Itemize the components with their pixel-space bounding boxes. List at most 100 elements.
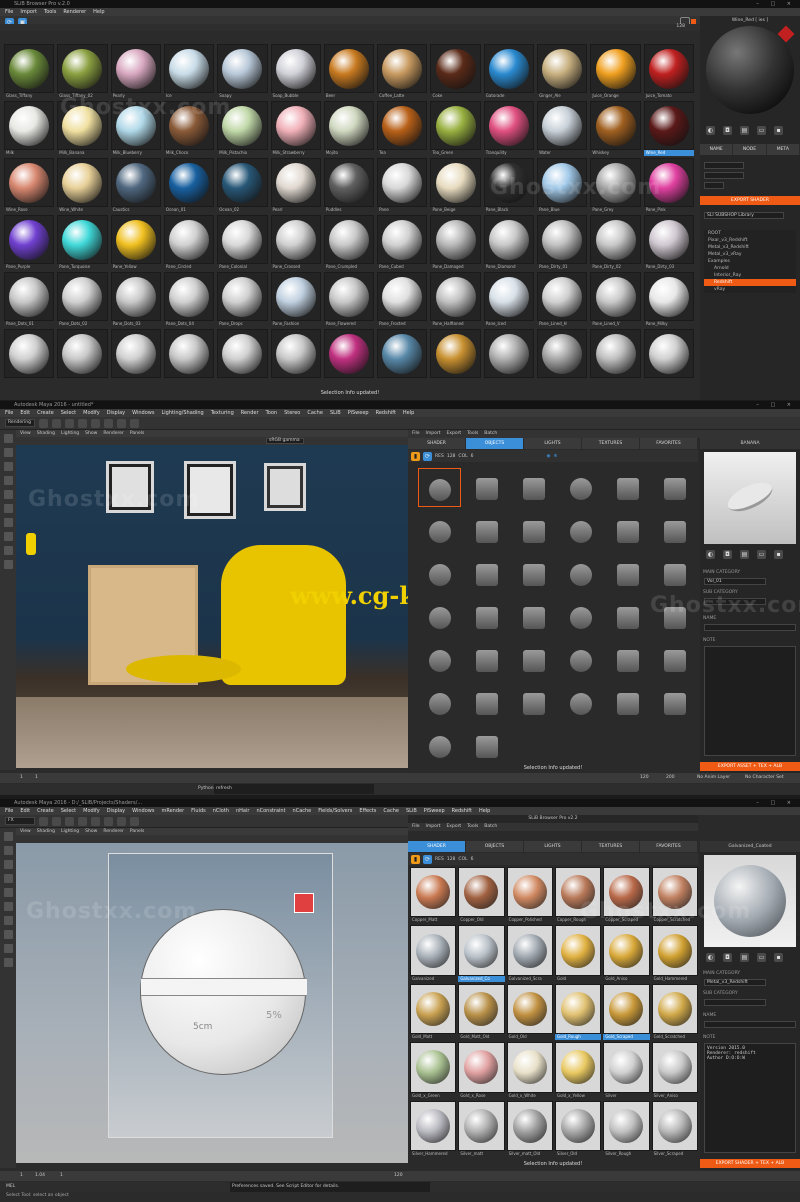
menu-item[interactable]: Import	[426, 430, 441, 438]
tool-icon[interactable]	[39, 816, 48, 826]
character-set[interactable]: No Character Set	[745, 773, 784, 783]
tool-icon[interactable]	[130, 418, 139, 428]
shader-thumbnail[interactable]: Gold_Aniso	[603, 925, 650, 981]
shader-thumbnail[interactable]: Gold_Hammered	[651, 925, 698, 981]
anim-layer[interactable]: No Anim Layer	[697, 773, 730, 783]
tool-icon[interactable]	[91, 816, 100, 826]
menu-item[interactable]: nCache	[293, 807, 312, 815]
menu-item[interactable]: Lighting	[61, 430, 79, 437]
shader-thumbnail[interactable]	[323, 329, 375, 384]
note-field[interactable]	[704, 646, 796, 756]
lock-icon[interactable]: ▮	[411, 451, 420, 461]
python-input[interactable]: refresh	[214, 784, 374, 794]
object-thumbnail[interactable]	[418, 640, 461, 679]
tree-item[interactable]: ROOT	[704, 230, 796, 237]
shader-thumbnail[interactable]	[377, 329, 428, 384]
shader-thumbnail[interactable]: Coke	[430, 44, 481, 99]
tab-textures[interactable]: TEXTURES	[582, 841, 640, 852]
layout-icon[interactable]	[3, 930, 13, 939]
shader-thumbnail[interactable]: Whiskey	[590, 101, 641, 156]
menu-item[interactable]: File	[412, 430, 420, 438]
main-category-select[interactable]: Vol_01	[704, 578, 766, 585]
folder-icon[interactable]: ▭	[757, 126, 766, 135]
object-thumbnail[interactable]	[465, 468, 508, 507]
option-field-2[interactable]	[704, 172, 744, 179]
shader-thumbnail[interactable]: Gold_x_Rose	[458, 1042, 505, 1098]
shader-thumbnail[interactable]: Copper_Matt	[410, 867, 457, 923]
menu-item[interactable]: Edit	[20, 409, 30, 417]
shader-thumbnail[interactable]: Ice	[163, 44, 215, 99]
tool-icon[interactable]	[39, 418, 48, 428]
mode-select[interactable]: FX	[5, 817, 35, 825]
shader-thumbnail[interactable]: Gold_Matt	[410, 983, 457, 1040]
menu-item[interactable]: Shading	[37, 828, 55, 835]
object-thumbnail[interactable]	[606, 554, 649, 593]
menu-item[interactable]: Renderer	[103, 430, 124, 437]
shader-thumbnail[interactable]: Pearly	[110, 44, 161, 99]
menu-item[interactable]: Help	[93, 8, 104, 16]
palette-icon[interactable]: ◐	[706, 953, 715, 962]
shader-thumbnail[interactable]: Silver_Old	[554, 1100, 602, 1157]
tab-favorites[interactable]: FAVORITES	[640, 438, 698, 449]
menu-item[interactable]: Shading	[37, 430, 55, 437]
object-thumbnail[interactable]	[606, 683, 649, 722]
object-thumbnail[interactable]	[606, 640, 649, 679]
shader-thumbnail[interactable]	[643, 329, 694, 384]
menu-item[interactable]: Show	[85, 430, 97, 437]
object-thumbnail[interactable]	[653, 511, 696, 550]
lasso-tool-icon[interactable]	[3, 846, 13, 855]
range-slider[interactable]: 1 1 120 200 No Anim Layer No Character S…	[0, 773, 800, 783]
image-icon[interactable]: ▤	[740, 550, 749, 559]
tree-item[interactable]: vRay	[704, 286, 796, 293]
object-thumbnail[interactable]	[465, 726, 508, 758]
object-thumbnail[interactable]	[512, 597, 555, 636]
object-thumbnail[interactable]	[559, 554, 602, 593]
palette-icon[interactable]: ◐	[706, 550, 715, 559]
range-slider[interactable]: 1 1.04 1 120	[0, 1171, 800, 1181]
layout-icon[interactable]	[3, 532, 13, 541]
camera-icon[interactable]: ◘	[723, 126, 732, 135]
menu-item[interactable]: Show	[85, 828, 97, 835]
shader-thumbnail[interactable]: Pane_Fashion	[270, 272, 321, 327]
col-value[interactable]: 6	[471, 857, 474, 862]
object-thumbnail[interactable]	[559, 640, 602, 679]
menu-item[interactable]: Batch	[484, 430, 497, 438]
tool-icon[interactable]	[65, 418, 74, 428]
menu-item[interactable]: PiSweep	[348, 409, 369, 417]
shader-thumbnail[interactable]: Puddles	[323, 158, 375, 213]
menu-item[interactable]: Fluids	[191, 807, 206, 815]
shader-thumbnail[interactable]: Pane_Cubed	[377, 215, 428, 270]
tree-item[interactable]: Arnold	[704, 265, 796, 272]
main-category-select[interactable]: Metal_v3_Redshift	[704, 979, 766, 986]
shader-thumbnail[interactable]: Glass_Tiffany	[4, 44, 55, 99]
menu-item[interactable]: Panels	[130, 430, 144, 437]
shader-thumbnail[interactable]	[217, 329, 268, 384]
refresh-icon[interactable]: ⟳	[423, 451, 432, 461]
select-tool-icon[interactable]	[3, 832, 13, 841]
tree-item[interactable]: Metal_v3_vRay	[704, 251, 796, 258]
menu-item[interactable]: Batch	[484, 823, 497, 831]
menu-item[interactable]: Create	[37, 807, 54, 815]
tool-icon[interactable]	[78, 418, 87, 428]
shader-thumbnail[interactable]: Pane_Flowered	[323, 272, 375, 327]
layout-icon[interactable]	[3, 546, 13, 555]
menu-item[interactable]: Select	[61, 409, 76, 417]
gamma-select[interactable]: sRGB gamma	[266, 438, 304, 444]
tab-lights[interactable]: LIGHTS	[524, 841, 582, 852]
object-thumbnail[interactable]	[653, 683, 696, 722]
shader-thumbnail[interactable]: Juice_Tomato	[643, 44, 694, 99]
shader-thumbnail[interactable]: Gold_Rough	[554, 983, 602, 1041]
shader-thumbnail[interactable]: Silver_matt_Old	[506, 1100, 553, 1157]
tool-icon[interactable]	[78, 816, 87, 826]
menu-item[interactable]: Render	[241, 409, 259, 417]
tab-lights[interactable]: LIGHTS	[524, 438, 582, 449]
menu-item[interactable]: Panels	[130, 828, 144, 835]
shader-thumbnail[interactable]: Gold_x_Green	[410, 1042, 457, 1098]
paint-tool-icon[interactable]	[3, 462, 13, 471]
res-value[interactable]: 128	[447, 454, 456, 459]
menu-item[interactable]: Renderer	[103, 828, 124, 835]
shader-thumbnail[interactable]: Pane_Circled	[163, 215, 215, 270]
lock-icon[interactable]: ▮	[411, 854, 420, 864]
menu-item[interactable]: Edit	[20, 807, 30, 815]
shader-thumbnail[interactable]: Pane_Dots_01	[4, 272, 55, 327]
